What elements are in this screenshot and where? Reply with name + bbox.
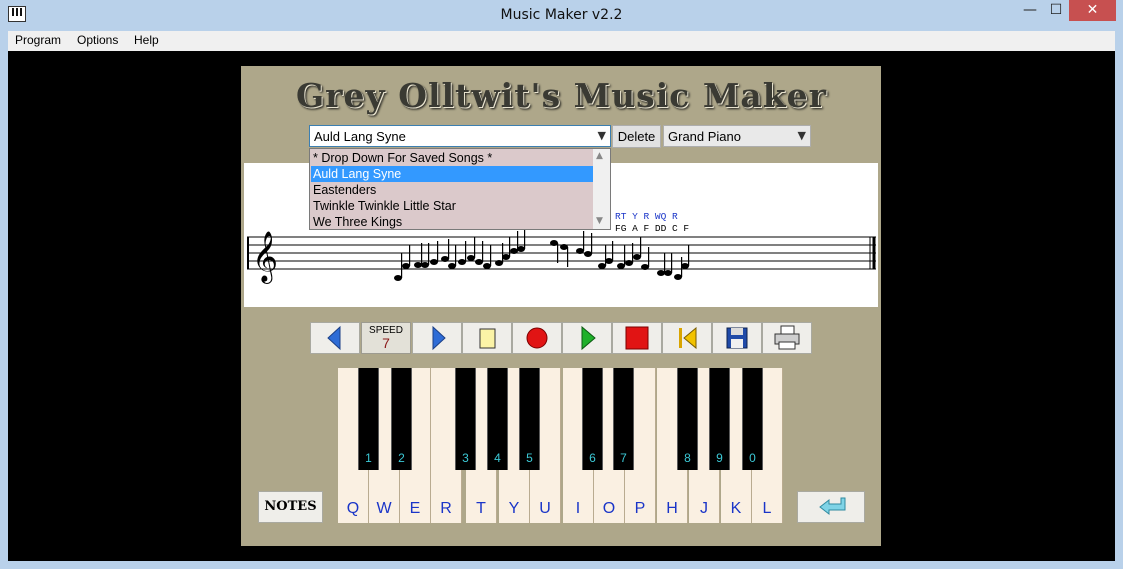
key-label: 2 [398,451,405,465]
key-label: E [409,500,421,517]
key-label: H [666,500,678,517]
key-label: L [762,500,772,517]
record-button[interactable] [512,322,562,354]
song-dropdown-list[interactable]: * Drop Down For Saved Songs * Auld Lang … [309,148,611,230]
dropdown-item[interactable]: We Three Kings [311,214,593,230]
enter-button[interactable] [797,491,865,523]
key-label: W [376,500,392,517]
rewind-button[interactable] [662,322,712,354]
instrument-select-value: Grand Piano [668,129,741,144]
key-label: Q [346,500,360,517]
rewind-to-start-icon [679,326,697,350]
dropdown-item[interactable]: * Drop Down For Saved Songs * [311,150,593,166]
black-key[interactable]: 4 [487,368,508,470]
key-label: K [730,500,742,517]
app-logo: Grey Olltwit's Music Maker [295,76,828,115]
key-label: T [476,500,486,517]
key-label: R [440,500,452,517]
dropdown-item[interactable]: Twinkle Twinkle Little Star [311,198,593,214]
delete-button[interactable]: Delete [612,125,661,148]
key-label-row-top: RT Y R WQ R [615,211,678,222]
black-key[interactable]: 0 [742,368,763,470]
record-icon [526,327,548,349]
chevron-down-icon[interactable]: ▼ [798,129,806,142]
right-triangle-icon [432,325,446,351]
black-key[interactable]: 9 [709,368,730,470]
key-label: 7 [620,451,627,465]
key-label: 6 [589,451,596,465]
dropdown-scrollbar[interactable]: ▲ ▼ [593,149,610,229]
stop-button[interactable] [612,322,662,354]
chevron-down-icon[interactable]: ▼ [598,129,606,142]
enter-arrow-icon [819,497,846,516]
black-key[interactable]: 8 [677,368,698,470]
dropdown-item[interactable]: Eastenders [311,182,593,198]
instrument-select[interactable]: Grand Piano ▼ [663,125,811,147]
scroll-up-icon[interactable]: ▲ [596,151,603,161]
key-label: 4 [494,451,501,465]
treble-clef-icon: 𝄞 [252,231,278,284]
notes-button[interactable]: NOTES [258,491,323,523]
left-triangle-icon [327,325,341,351]
window-title: Music Maker v2.2 [500,7,623,23]
close-button[interactable]: ✕ [1069,0,1116,21]
speed-value: 7 [382,335,390,351]
key-label: 9 [716,451,723,465]
scroll-down-icon[interactable]: ▼ [596,216,603,226]
key-label: 8 [684,451,691,465]
song-select[interactable]: Auld Lang Syne ▼ [309,125,611,147]
key-label: I [575,500,581,517]
key-label: 1 [365,451,372,465]
key-label: J [700,500,708,517]
speed-display[interactable]: SPEED 7 [361,322,411,354]
menu-options[interactable]: Options [77,33,118,47]
stop-icon [625,326,649,350]
black-key[interactable]: 7 [613,368,634,470]
key-label: 3 [462,451,469,465]
black-key[interactable]: 6 [582,368,603,470]
minimize-button[interactable]: — [1017,0,1043,21]
new-button[interactable] [462,322,512,354]
key-label: Y [508,500,520,517]
key-label: 5 [526,451,533,465]
menu-help[interactable]: Help [134,33,159,47]
title-bar: Music Maker v2.2 — ☐ ✕ [0,0,1123,31]
song-select-value: Auld Lang Syne [314,129,406,144]
key-label: 0 [749,451,756,465]
save-button[interactable] [712,322,762,354]
print-button[interactable] [762,322,812,354]
black-key[interactable]: 2 [391,368,412,470]
floppy-disk-icon [726,327,748,349]
menu-bar: Program Options Help [8,31,1115,51]
new-page-icon [479,328,496,349]
key-label: P [634,500,646,517]
play-icon [581,325,596,351]
maximize-button[interactable]: ☐ [1043,0,1069,21]
black-key[interactable]: 5 [519,368,540,470]
black-key[interactable]: 1 [358,368,379,470]
key-label: U [539,500,551,517]
menu-program[interactable]: Program [15,33,61,47]
prev-button[interactable] [310,322,360,354]
dropdown-item-selected[interactable]: Auld Lang Syne [311,166,593,182]
key-label: O [602,500,616,517]
printer-icon [774,325,800,350]
black-key[interactable]: 3 [455,368,476,470]
next-button[interactable] [412,322,462,354]
key-label-row-bottom: FG A F DD C F [615,223,689,234]
play-button[interactable] [562,322,612,354]
